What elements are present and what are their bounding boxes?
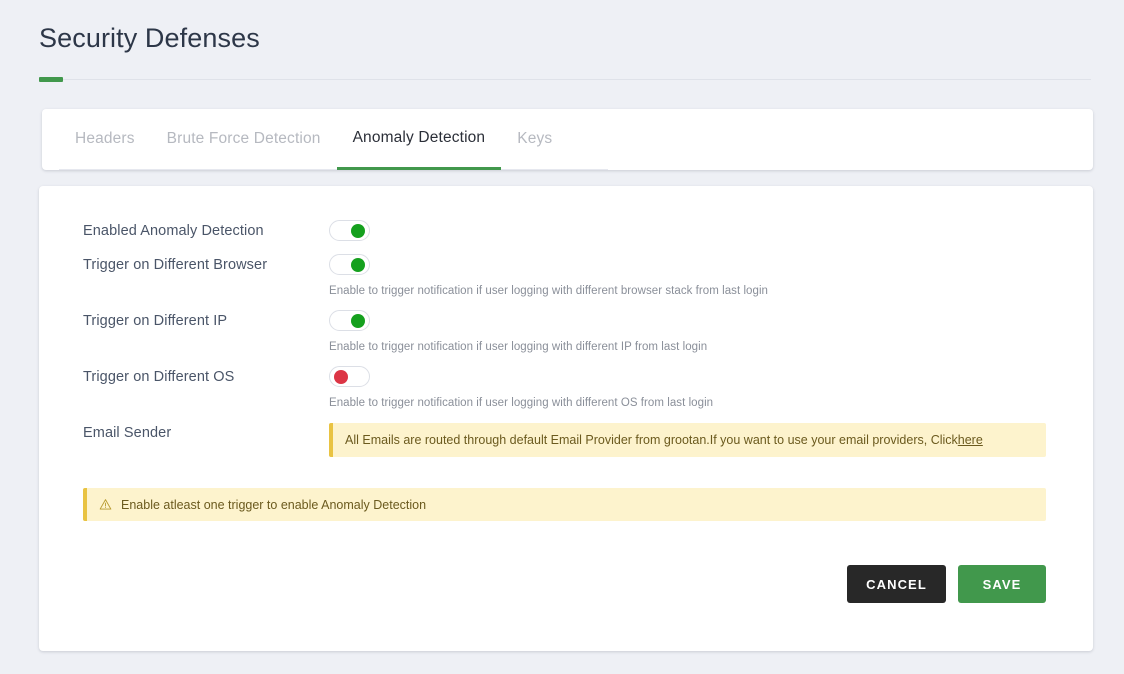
page-title: Security Defenses xyxy=(39,23,260,53)
row-control: Enable to trigger notification if user l… xyxy=(329,254,1046,297)
toggle-enabled-anomaly-detection[interactable] xyxy=(329,220,370,241)
email-provider-info-text: All Emails are routed through default Em… xyxy=(345,433,958,447)
row-helper-text: Enable to trigger notification if user l… xyxy=(329,397,714,409)
tab-brute-force-detection[interactable]: Brute Force Detection xyxy=(150,109,337,170)
row-label: Trigger on Different Browser xyxy=(83,257,268,273)
anomaly-trigger-warning-banner: Enable atleast one trigger to enable Ano… xyxy=(83,488,1046,521)
row-control: All Emails are routed through default Em… xyxy=(329,422,1046,457)
save-button[interactable]: SAVE xyxy=(958,565,1046,603)
tab-label: Anomaly Detection xyxy=(352,129,486,146)
row-helper-text: Enable to trigger notification if user l… xyxy=(329,341,708,353)
page-header: Security Defenses xyxy=(0,0,1124,82)
warning-triangle-icon xyxy=(99,498,112,511)
tab-bar-underline-tail xyxy=(568,109,609,170)
row-label: Email Sender xyxy=(83,425,172,441)
cancel-button[interactable]: CANCEL xyxy=(847,565,946,603)
toggle-knob xyxy=(351,223,365,238)
row-label: Enabled Anomaly Detection xyxy=(83,223,264,239)
tab-label: Brute Force Detection xyxy=(166,130,321,147)
tab-label: Keys xyxy=(517,130,553,147)
tab-anomaly-detection[interactable]: Anomaly Detection xyxy=(336,109,502,170)
form-actions: CANCEL SAVE xyxy=(83,565,1046,603)
tab-keys[interactable]: Keys xyxy=(501,109,569,170)
toggle-knob xyxy=(351,257,365,272)
row-label: Trigger on Different IP xyxy=(83,313,228,329)
tab-headers[interactable]: Headers xyxy=(59,109,151,170)
title-accent-rule xyxy=(39,77,1091,82)
toggle-trigger-different-ip[interactable] xyxy=(329,310,370,331)
toggle-knob xyxy=(351,313,365,328)
row-trigger-different-os: Trigger on Different OS Enable to trigge… xyxy=(83,366,1046,409)
toggle-knob xyxy=(334,369,348,384)
row-trigger-different-browser: Trigger on Different Browser Enable to t… xyxy=(83,254,1046,297)
tab-label: Headers xyxy=(75,130,135,147)
row-enabled-anomaly-detection: Enabled Anomaly Detection xyxy=(83,220,1046,241)
row-label: Trigger on Different OS xyxy=(83,369,235,385)
warning-text: Enable atleast one trigger to enable Ano… xyxy=(121,497,427,512)
anomaly-detection-panel: Enabled Anomaly Detection Trigger on Dif… xyxy=(39,186,1093,651)
toggle-trigger-different-browser[interactable] xyxy=(329,254,370,275)
row-control: Enable to trigger notification if user l… xyxy=(329,366,1046,409)
email-provider-here-link[interactable]: here xyxy=(958,433,983,447)
row-trigger-different-ip: Trigger on Different IP Enable to trigge… xyxy=(83,310,1046,353)
row-control xyxy=(329,220,1046,241)
tab-bar: Headers Brute Force Detection Anomaly De… xyxy=(42,109,1093,170)
row-email-sender: Email Sender All Emails are routed throu… xyxy=(83,422,1046,457)
row-control: Enable to trigger notification if user l… xyxy=(329,310,1046,353)
tab-bar-filler xyxy=(608,109,1093,170)
email-provider-info-banner: All Emails are routed through default Em… xyxy=(329,423,1046,457)
row-helper-text: Enable to trigger notification if user l… xyxy=(329,285,768,297)
toggle-trigger-different-os[interactable] xyxy=(329,366,370,387)
